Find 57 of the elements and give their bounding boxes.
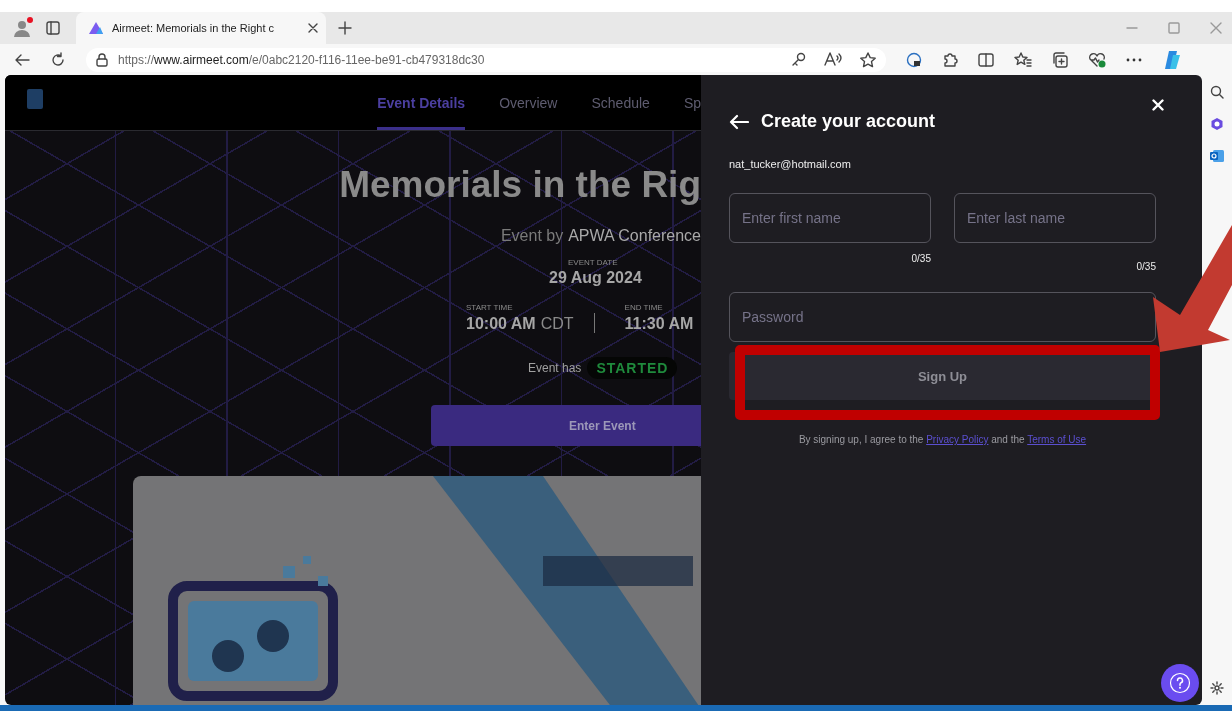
- settings-icon[interactable]: [1210, 681, 1224, 695]
- address-bar[interactable]: https://www.airmeet.com/e/0abc2120-f116-11ee-be91-cb479318dc30: [86, 47, 886, 72]
- tab-title: Airmeet: Memorials in the Right c: [112, 22, 275, 34]
- event-nav-tab[interactable]: Event Details: [377, 75, 466, 130]
- read-aloud-icon[interactable]: [824, 51, 842, 66]
- lock-icon: [96, 52, 108, 67]
- status-badge: STARTED: [587, 357, 678, 379]
- character-counter: 0/35: [911, 253, 931, 264]
- health-icon[interactable]: [1088, 51, 1106, 68]
- start-time-label: START TIME: [466, 303, 514, 312]
- new-tab-icon[interactable]: [338, 21, 352, 35]
- organizer-prefix: Event by: [500, 227, 564, 245]
- outlook-icon[interactable]: [1209, 149, 1225, 163]
- event-date-label: EVENT DATE: [568, 258, 619, 267]
- split-screen-icon[interactable]: [978, 52, 994, 67]
- more-icon[interactable]: [1126, 57, 1142, 62]
- key-icon[interactable]: [792, 51, 806, 66]
- status-prefix: Event has: [528, 361, 582, 375]
- email-address: nat_tucker@hotmail.com: [729, 158, 852, 170]
- close-icon: [1152, 99, 1164, 111]
- copilot-icon[interactable]: [1162, 49, 1182, 70]
- enter-event-button[interactable]: Enter Event: [431, 405, 701, 446]
- help-button[interactable]: [1161, 664, 1199, 702]
- url-text: https://www.airmeet.com/e/0abc2120-f116-11ee-be91-cb479318dc30: [118, 52, 485, 67]
- name-field[interactable]: Enter first name: [729, 193, 931, 243]
- privacy-policy-link[interactable]: Privacy Policy: [926, 434, 989, 445]
- search-icon[interactable]: [1210, 85, 1224, 99]
- event-nav-tab[interactable]: Overview: [499, 75, 558, 130]
- end-time-label: END TIME: [624, 303, 664, 312]
- favorites-icon[interactable]: [1014, 51, 1032, 68]
- password-field[interactable]: Password: [729, 292, 1156, 342]
- back-icon[interactable]: [14, 52, 30, 67]
- time-zone: CDT: [540, 315, 574, 333]
- character-counter: 0/35: [1136, 261, 1156, 272]
- close-button[interactable]: [1152, 99, 1164, 111]
- back-arrow-icon[interactable]: [729, 113, 749, 130]
- event-nav-tab[interactable]: Sp: [683, 75, 701, 130]
- puzzle-icon[interactable]: [942, 51, 958, 68]
- start-time: 10:00 AM: [466, 315, 536, 333]
- close-icon[interactable]: [308, 23, 318, 33]
- star-icon[interactable]: [860, 51, 876, 68]
- mountain-logo-icon: [88, 21, 104, 35]
- tab-actions-icon[interactable]: [46, 21, 60, 35]
- terms-link[interactable]: Terms of Use: [1027, 434, 1087, 445]
- end-time: 11:30 AM: [624, 315, 694, 333]
- help-icon: [1169, 672, 1191, 694]
- browser-tab[interactable]: Airmeet: Memorials in the Right c: [76, 12, 326, 44]
- organizer-name: APWA Conference: [568, 227, 701, 245]
- consent-text: By signing up, I agree to the Privacy Policy and the Terms of Use: [797, 434, 1088, 445]
- event-title: Memorials in the Rig: [339, 163, 701, 207]
- hexagon-app-icon[interactable]: [1210, 117, 1224, 131]
- event-nav-tab[interactable]: Schedule: [591, 75, 650, 130]
- modal-title: Create your account: [761, 111, 936, 132]
- refresh-icon[interactable]: [50, 51, 66, 68]
- name-field[interactable]: Enter last name: [954, 193, 1156, 243]
- event-date: 29 Aug 2024: [549, 269, 643, 287]
- collections-icon[interactable]: [1052, 51, 1068, 68]
